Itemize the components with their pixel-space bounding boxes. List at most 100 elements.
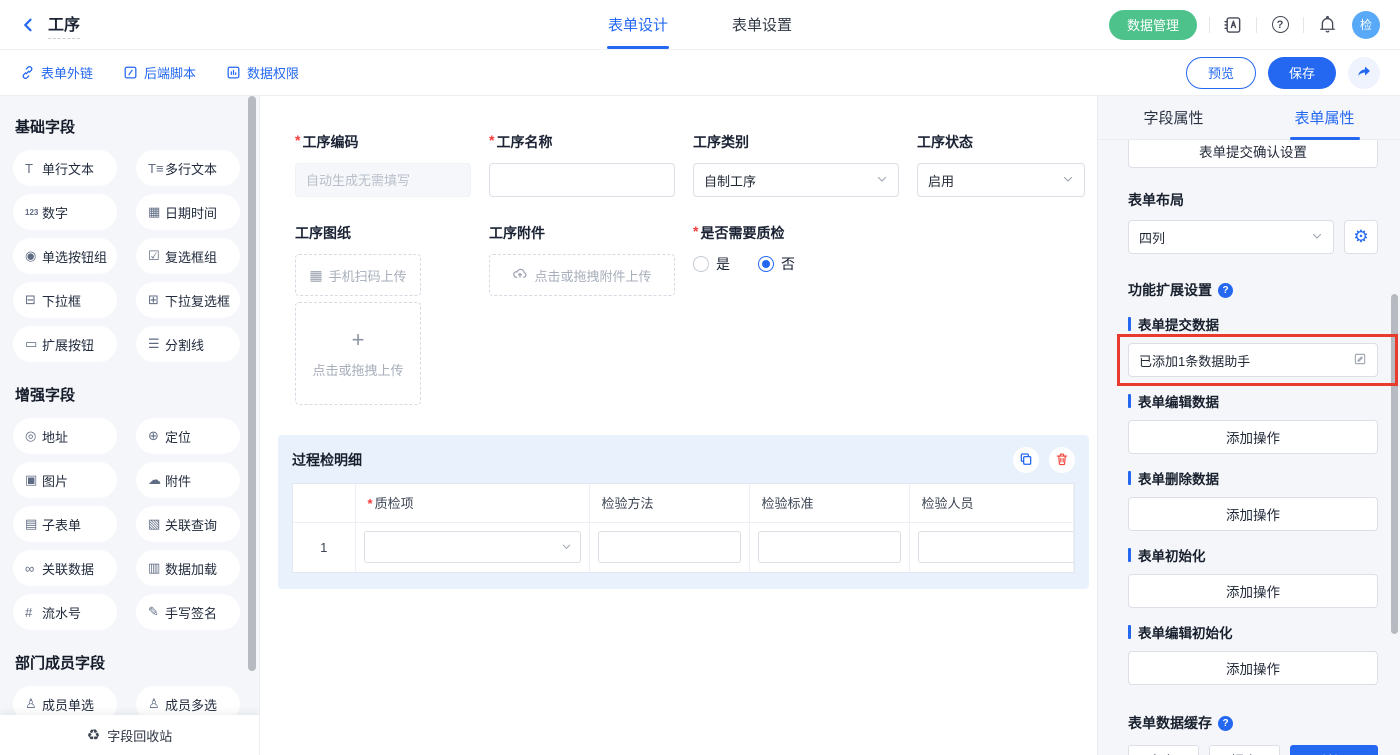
qc-radio-no[interactable]: 否	[758, 254, 795, 274]
section-title-enhanced-fields: 增强字段	[15, 384, 259, 405]
number-icon: 123	[25, 208, 42, 217]
backend-script-button[interactable]: 后端脚本	[123, 63, 196, 82]
field-process-attachment[interactable]: 工序附件 点击或拖拽附件上传	[489, 223, 675, 405]
qr-upload-button[interactable]: ▦ 手机扫码上传	[295, 254, 421, 296]
field-item-single-line-text[interactable]: T单行文本	[13, 150, 117, 186]
delete-data-add-action-button[interactable]: 添加操作	[1128, 497, 1378, 531]
notification-bell-icon[interactable]	[1316, 14, 1338, 36]
field-item-sub-form[interactable]: ▤子表单	[13, 506, 117, 542]
process-category-select[interactable]: 自制工序	[693, 163, 899, 197]
group-delete-data-label: 表单删除数据	[1138, 468, 1219, 488]
init-add-action-button[interactable]: 添加操作	[1128, 574, 1378, 608]
qc-radio-yes[interactable]: 是	[693, 254, 730, 274]
map-pin-icon: ◎	[25, 428, 42, 444]
page-title[interactable]: 工序	[48, 11, 80, 39]
panel-scrollbar[interactable]	[1391, 294, 1398, 634]
method-input[interactable]	[598, 531, 741, 563]
tab-form-properties[interactable]: 表单属性	[1249, 96, 1400, 139]
col-header-index	[293, 484, 355, 522]
field-item-image[interactable]: ▣图片	[13, 462, 117, 498]
help-icon[interactable]: ?	[1218, 283, 1233, 298]
checkbox-icon: ☑	[148, 248, 165, 264]
data-permission-button[interactable]: 数据权限	[226, 63, 299, 82]
field-item-extend-button[interactable]: ▭扩展按钮	[13, 326, 117, 362]
crosshair-icon: ⊕	[148, 428, 165, 444]
share-button[interactable]	[1348, 57, 1380, 89]
external-link-button[interactable]: 表单外链	[20, 63, 93, 82]
delete-row-button[interactable]	[1049, 447, 1075, 473]
edit-data-add-action-button[interactable]: 添加操作	[1128, 420, 1378, 454]
save-button[interactable]: 保存	[1268, 57, 1336, 89]
radio-unchecked-icon	[693, 256, 709, 272]
field-item-divider-line[interactable]: ☰分割线	[136, 326, 240, 362]
select-icon: ⊟	[25, 292, 42, 308]
calendar-icon: ▦	[148, 204, 165, 220]
cache-option-close[interactable]: 关闭	[1290, 745, 1378, 755]
edit-init-add-action-button[interactable]: 添加操作	[1128, 651, 1378, 685]
help-icon[interactable]: ?	[1269, 14, 1291, 36]
field-process-status[interactable]: 工序状态 启用	[917, 132, 1085, 197]
submit-data-assistant-field[interactable]: 已添加1条数据助手	[1128, 343, 1378, 377]
field-item-signature[interactable]: ✎手写签名	[136, 594, 240, 630]
field-item-multi-select[interactable]: ⊞下拉复选框	[136, 282, 240, 318]
user-avatar[interactable]: 检	[1352, 11, 1380, 39]
table-row: 1	[293, 522, 1074, 572]
field-item-serial-number[interactable]: #流水号	[13, 594, 117, 630]
data-manage-button[interactable]: 数据管理	[1109, 10, 1197, 40]
field-process-name[interactable]: *工序名称	[489, 132, 675, 197]
form-designer-app: 工序 表单设计 表单设置 数据管理 ? 检 表单外链	[0, 0, 1400, 755]
field-item-checkbox-group[interactable]: ☑复选框组	[136, 238, 240, 274]
field-item-address[interactable]: ◎地址	[13, 418, 117, 454]
process-code-input[interactable]	[306, 173, 460, 188]
field-library-sidebar: 基础字段 T单行文本 T≡多行文本 123数字 ▦日期时间 ◉单选按钮组 ☑复选…	[0, 96, 260, 755]
main-area: 基础字段 T单行文本 T≡多行文本 123数字 ▦日期时间 ◉单选按钮组 ☑复选…	[0, 96, 1400, 755]
field-item-attachment[interactable]: ☁附件	[136, 462, 240, 498]
subform-process-inspection[interactable]: 过程检明细 *质检项	[278, 435, 1089, 589]
field-recycle-bin-button[interactable]: ♻ 字段回收站	[0, 715, 259, 755]
field-item-data-load[interactable]: ▥数据加载	[136, 550, 240, 586]
standard-input[interactable]	[758, 531, 901, 563]
inspector-input[interactable]	[918, 531, 1074, 563]
cache-title: 表单数据缓存	[1128, 713, 1212, 733]
process-status-select[interactable]: 启用	[917, 163, 1085, 197]
field-process-code[interactable]: *工序编码	[295, 132, 471, 197]
field-item-datetime[interactable]: ▦日期时间	[136, 194, 240, 230]
field-item-related-data[interactable]: ∞关联数据	[13, 550, 117, 586]
help-icon[interactable]: ?	[1218, 716, 1233, 731]
back-button[interactable]	[20, 16, 38, 34]
cache-option-submit[interactable]: 提交	[1209, 745, 1280, 755]
field-item-radio-group[interactable]: ◉单选按钮组	[13, 238, 117, 274]
field-process-category[interactable]: 工序类别 自制工序	[693, 132, 899, 197]
field-item-lookup-query[interactable]: ▧关联查询	[136, 506, 240, 542]
copy-row-button[interactable]	[1013, 447, 1039, 473]
gear-icon: ⚙	[1353, 227, 1368, 247]
form-row-1: *工序编码 *工序名称 工序类别 自制工序	[295, 132, 1097, 197]
tab-field-properties[interactable]: 字段属性	[1098, 96, 1249, 139]
attachment-dropzone[interactable]: 点击或拖拽附件上传	[489, 254, 675, 296]
recycle-icon: ♻	[87, 726, 100, 744]
link-icon	[20, 65, 35, 80]
preview-button[interactable]: 预览	[1186, 57, 1256, 89]
field-qc-required[interactable]: *是否需要质检 是 否	[693, 223, 899, 405]
address-book-icon[interactable]	[1222, 14, 1244, 36]
required-mark: *	[489, 132, 494, 148]
required-mark: *	[295, 132, 300, 148]
permission-icon	[226, 65, 241, 80]
field-item-multi-line-text[interactable]: T≡多行文本	[136, 150, 240, 186]
field-item-location[interactable]: ⊕定位	[136, 418, 240, 454]
edit-icon[interactable]	[1353, 352, 1367, 369]
field-item-select[interactable]: ⊟下拉框	[13, 282, 117, 318]
image-dropzone[interactable]: + 点击或拖拽上传	[295, 302, 421, 405]
tab-form-design[interactable]: 表单设计	[604, 0, 672, 49]
field-process-drawing[interactable]: 工序图纸 ▦ 手机扫码上传 + 点击或拖拽上传	[295, 223, 471, 405]
tab-form-settings[interactable]: 表单设置	[728, 0, 796, 49]
qc-item-select[interactable]	[364, 531, 581, 563]
layout-settings-button[interactable]: ⚙	[1344, 220, 1378, 254]
field-item-number[interactable]: 123数字	[13, 194, 117, 230]
cloud-icon: ☁	[148, 472, 165, 488]
sidebar-scrollbar[interactable]	[248, 96, 256, 671]
layout-columns-select[interactable]: 四列	[1128, 220, 1334, 254]
process-name-input[interactable]	[500, 173, 664, 188]
cache-option-permanent[interactable]: 永久	[1128, 745, 1199, 755]
chevron-down-icon	[1062, 173, 1074, 188]
